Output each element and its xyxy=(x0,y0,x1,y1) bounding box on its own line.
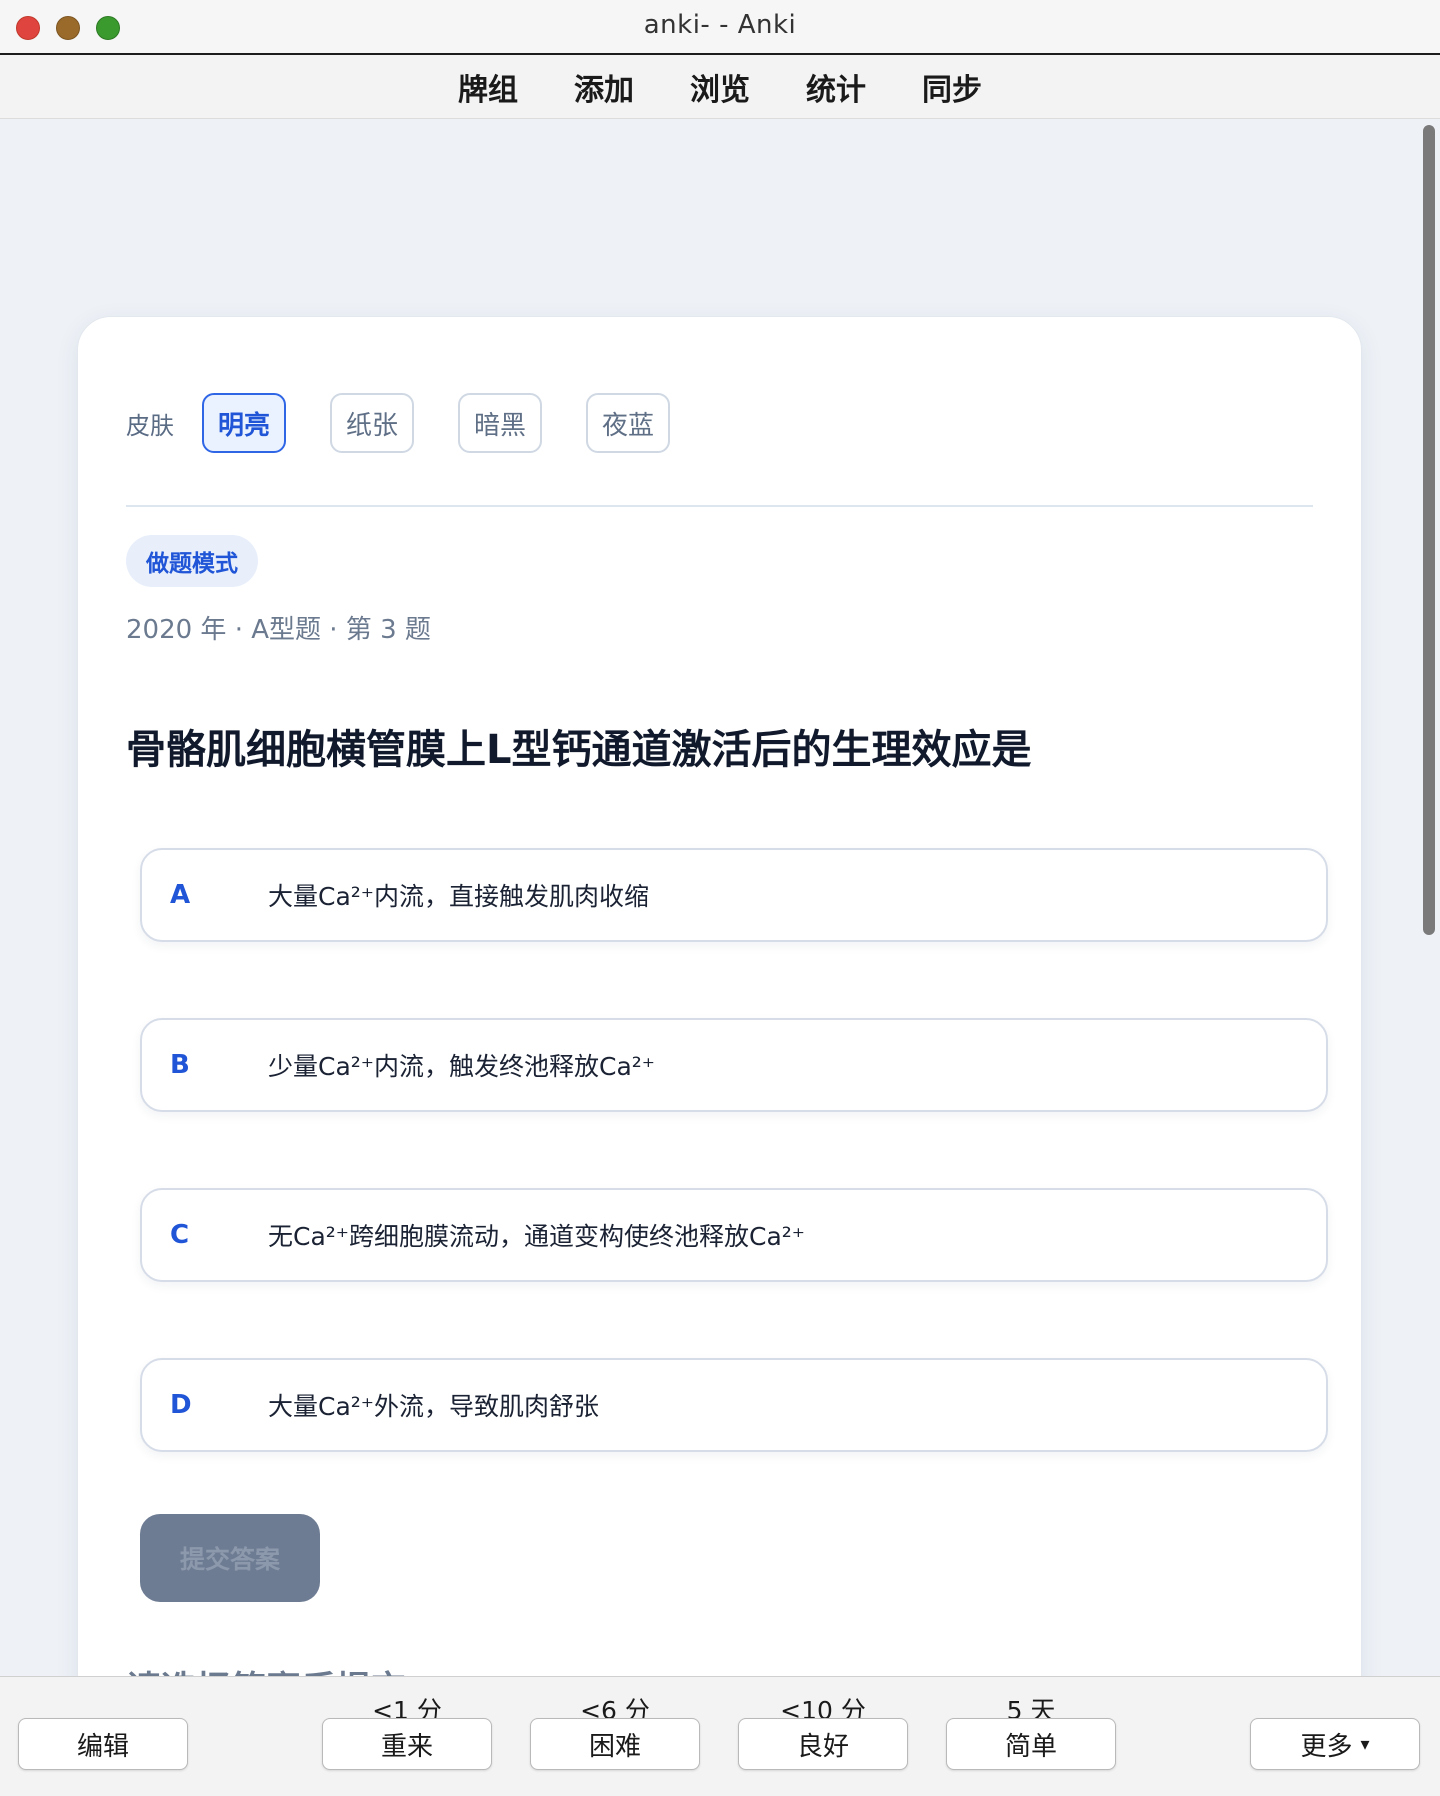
option-text: 大量Ca²⁺内流，直接触发肌肉收缩 xyxy=(268,882,649,911)
edit-button[interactable]: 编辑 xyxy=(18,1718,188,1770)
more-button[interactable]: 更多 ▾ xyxy=(1250,1718,1420,1770)
skin-option-night-blue[interactable]: 夜蓝 xyxy=(586,393,670,453)
main-toolbar: 牌组 添加 浏览 统计 同步 xyxy=(0,55,1440,119)
option-d[interactable]: D 大量Ca²⁺外流，导致肌肉舒张 xyxy=(140,1358,1328,1452)
nav-stats[interactable]: 统计 xyxy=(778,65,894,109)
option-text: 大量Ca²⁺外流，导致肌肉舒张 xyxy=(268,1392,599,1421)
question-meta: 2020 年 · A型题 · 第 3 题 xyxy=(126,615,431,645)
skin-option-paper[interactable]: 纸张 xyxy=(330,393,414,453)
skin-option-dark[interactable]: 暗黑 xyxy=(458,393,542,453)
option-c[interactable]: C 无Ca²⁺跨细胞膜流动，通道变构使终池释放Ca²⁺ xyxy=(140,1188,1328,1282)
nav-browse[interactable]: 浏览 xyxy=(662,65,778,109)
answer-bar: 编辑 <1 分 重来 <6 分 困难 <10 分 良好 5 天 简单 更多 ▾ xyxy=(0,1676,1440,1796)
chevron-down-icon: ▾ xyxy=(1360,1733,1370,1755)
more-label: 更多 xyxy=(1300,1731,1353,1762)
option-text: 无Ca²⁺跨细胞膜流动，通道变构使终池释放Ca²⁺ xyxy=(268,1222,805,1251)
skin-label: 皮肤 xyxy=(126,411,174,440)
mode-badge: 做题模式 xyxy=(126,535,258,587)
question-card: 皮肤 明亮 纸张 暗黑 夜蓝 做题模式 2020 年 · A型题 · 第 3 题… xyxy=(77,316,1362,1760)
vertical-scrollbar[interactable] xyxy=(1423,125,1435,935)
submit-answer-button[interactable]: 提交答案 xyxy=(140,1514,320,1602)
window-title: anki- - Anki xyxy=(643,10,797,40)
option-letter: A xyxy=(170,880,191,910)
option-letter: B xyxy=(170,1050,190,1080)
option-letter: C xyxy=(170,1220,190,1250)
again-button[interactable]: 重来 xyxy=(322,1718,492,1770)
window-titlebar: anki- - Anki xyxy=(0,0,1440,55)
option-a[interactable]: A 大量Ca²⁺内流，直接触发肌肉收缩 xyxy=(140,848,1328,942)
question-text: 骨骼肌细胞横管膜上L型钙通道激活后的生理效应是 xyxy=(126,727,1032,773)
option-letter: D xyxy=(170,1390,192,1420)
nav-sync[interactable]: 同步 xyxy=(894,65,1010,109)
easy-button[interactable]: 简单 xyxy=(946,1718,1116,1770)
nav-decks[interactable]: 牌组 xyxy=(430,65,546,109)
review-area: 皮肤 明亮 纸张 暗黑 夜蓝 做题模式 2020 年 · A型题 · 第 3 题… xyxy=(0,119,1440,1760)
nav-add[interactable]: 添加 xyxy=(546,65,662,109)
divider xyxy=(126,505,1313,507)
option-text: 少量Ca²⁺内流，触发终池释放Ca²⁺ xyxy=(268,1052,655,1081)
skin-option-bright[interactable]: 明亮 xyxy=(202,393,286,453)
skin-selector: 皮肤 明亮 纸张 暗黑 夜蓝 xyxy=(126,391,714,455)
option-b[interactable]: B 少量Ca²⁺内流，触发终池释放Ca²⁺ xyxy=(140,1018,1328,1112)
good-button[interactable]: 良好 xyxy=(738,1718,908,1770)
hard-button[interactable]: 困难 xyxy=(530,1718,700,1770)
